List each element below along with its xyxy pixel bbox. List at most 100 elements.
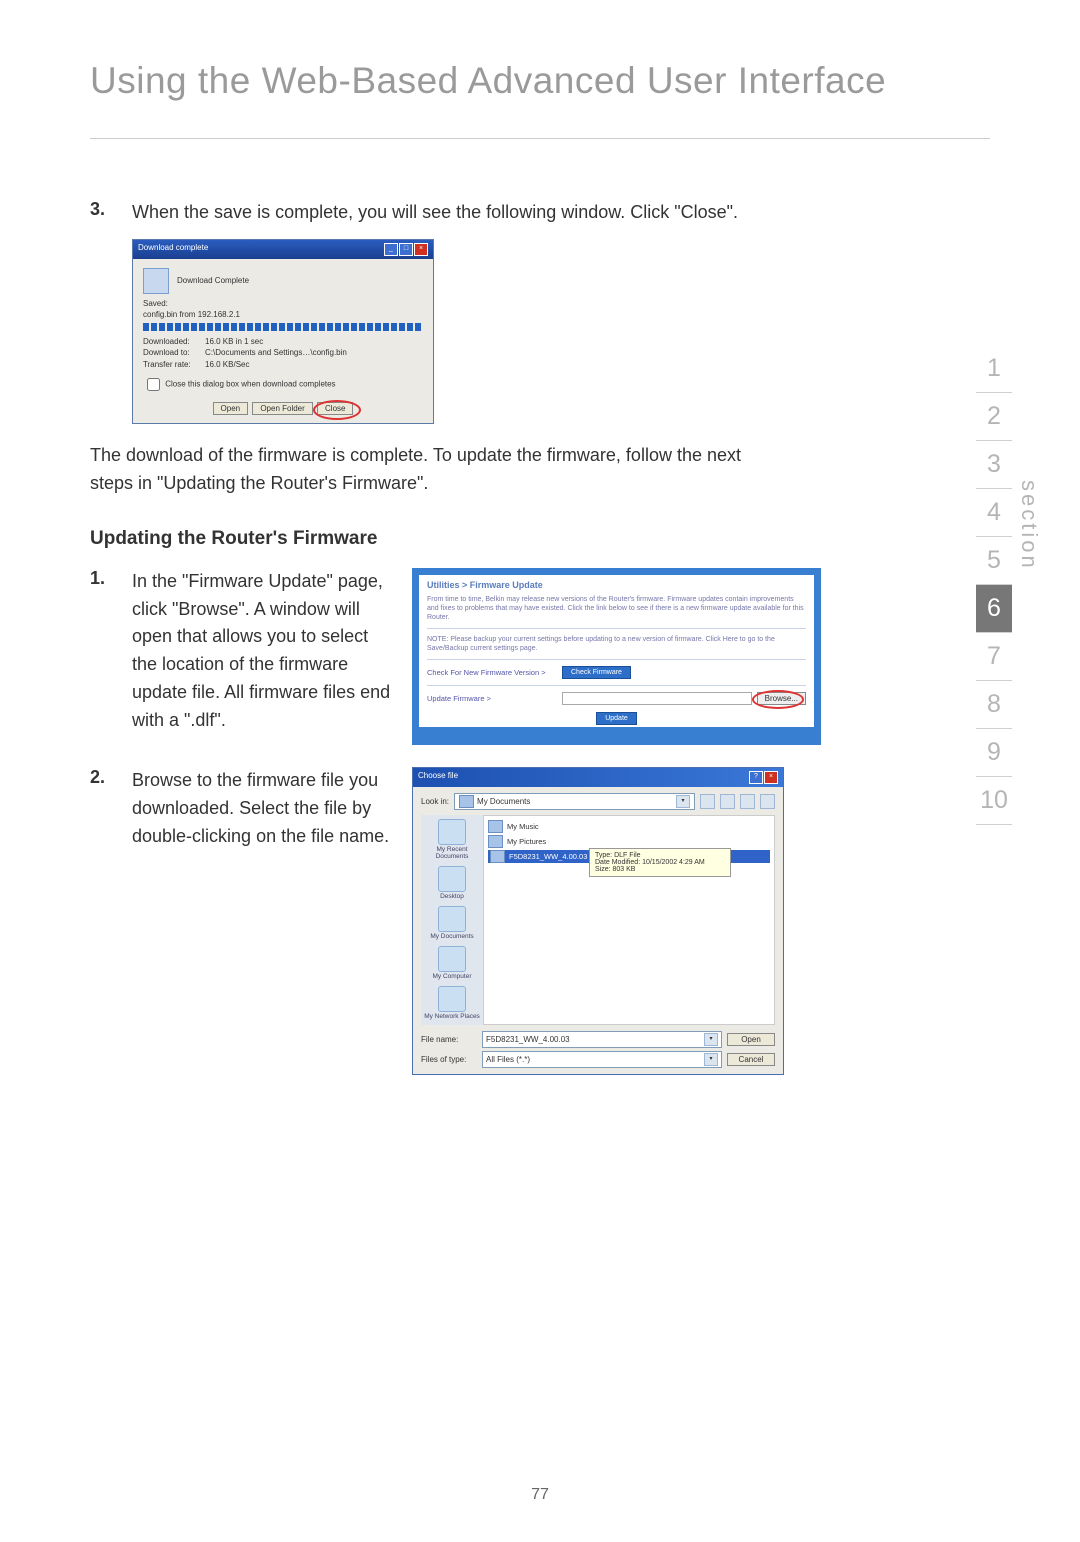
close-icon[interactable]: ×	[414, 243, 428, 256]
chevron-down-icon[interactable]: ▾	[676, 795, 690, 808]
fw-divider	[427, 628, 806, 629]
open-folder-button[interactable]: Open Folder	[252, 402, 312, 415]
close-checkbox-label[interactable]: Close this dialog box when download comp…	[143, 375, 423, 394]
list-item-label: My Pictures	[507, 837, 546, 846]
step-1-number: 1.	[90, 568, 132, 735]
update-firmware-label: Update Firmware >	[427, 694, 562, 703]
section-tab-2[interactable]: 2	[976, 393, 1012, 441]
step-2-text: Browse to the firmware file you download…	[132, 767, 392, 851]
cancel-button[interactable]: Cancel	[727, 1053, 775, 1066]
section-tab-1[interactable]: 1	[976, 345, 1012, 393]
download-status: Download Complete	[177, 276, 249, 285]
views-icon[interactable]	[760, 794, 775, 809]
close-button-label: Close	[325, 404, 345, 413]
close-check-text: Close this dialog box when download comp…	[165, 379, 335, 388]
after-download-text: The download of the firmware is complete…	[90, 442, 750, 498]
documents-icon	[438, 906, 466, 932]
folder-icon	[488, 820, 503, 833]
filetype-label: Files of type:	[421, 1055, 477, 1064]
section-tab-10[interactable]: 10	[976, 777, 1012, 825]
lookin-dropdown[interactable]: My Documents ▾	[454, 793, 695, 810]
list-item-label: F5D8231_WW_4.00.03	[509, 852, 587, 861]
fw-heading: Utilities > Firmware Update	[427, 580, 806, 590]
sidebar-label: Desktop	[440, 893, 464, 900]
list-item[interactable]: My Pictures	[488, 835, 770, 848]
sidebar-desktop[interactable]: Desktop	[438, 866, 466, 900]
subheading-updating-firmware: Updating the Router's Firmware	[90, 528, 990, 550]
minimize-icon[interactable]: _	[384, 243, 398, 256]
saved-label: Saved:	[143, 298, 423, 309]
up-icon[interactable]	[720, 794, 735, 809]
close-checkbox[interactable]	[147, 378, 160, 391]
close-button[interactable]: Close	[317, 402, 353, 415]
sidebar-computer[interactable]: My Computer	[432, 946, 471, 980]
step-2-number: 2.	[90, 767, 132, 851]
file-list[interactable]: My Music My Pictures F5D8231_WW_4.00.03 …	[483, 815, 775, 1025]
tooltip-line: Size: 803 KB	[595, 866, 725, 873]
fw-divider	[427, 685, 806, 686]
network-icon	[438, 986, 466, 1012]
filetype-dropdown[interactable]: All Files (*.*) ▾	[482, 1051, 722, 1068]
section-tab-9[interactable]: 9	[976, 729, 1012, 777]
section-tab-5[interactable]: 5	[976, 537, 1012, 585]
step-3-number: 3.	[90, 199, 132, 227]
downloaded-value: 16.0 KB in 1 sec	[205, 337, 263, 346]
tooltip-line: Date Modified: 10/15/2002 4:29 AM	[595, 859, 725, 866]
lookin-label: Look in:	[421, 797, 449, 806]
file-icon	[490, 850, 505, 863]
sidebar-network[interactable]: My Network Places	[424, 986, 480, 1020]
open-button[interactable]: Open	[213, 402, 249, 415]
downloaded-label: Downloaded:	[143, 336, 205, 347]
step-1-text: In the "Firmware Update" page, click "Br…	[132, 568, 392, 735]
section-tab-4[interactable]: 4	[976, 489, 1012, 537]
help-icon[interactable]: ?	[749, 771, 763, 784]
lookin-value: My Documents	[477, 797, 530, 806]
places-sidebar: My Recent Documents Desktop My Documents…	[421, 815, 483, 1025]
check-firmware-button[interactable]: Check Firmware	[562, 666, 631, 679]
close-icon[interactable]: ×	[764, 771, 778, 784]
rate-label: Transfer rate:	[143, 359, 205, 370]
folder-icon	[459, 795, 474, 808]
browse-button-label: Browse...	[765, 694, 798, 703]
sidebar-label: My Network Places	[424, 1013, 480, 1020]
new-folder-icon[interactable]	[740, 794, 755, 809]
download-icon	[143, 268, 169, 294]
sidebar-recent[interactable]: My Recent Documents	[421, 819, 483, 860]
firmware-path-input[interactable]	[562, 692, 752, 705]
step-3-text: When the save is complete, you will see …	[132, 199, 738, 227]
fw-divider	[427, 659, 806, 660]
sidebar-documents[interactable]: My Documents	[430, 906, 473, 940]
folder-icon	[488, 835, 503, 848]
list-item-label: My Music	[507, 822, 539, 831]
update-button[interactable]: Update	[596, 712, 637, 725]
section-tab-3[interactable]: 3	[976, 441, 1012, 489]
chevron-down-icon[interactable]: ▾	[704, 1033, 718, 1046]
section-tab-8[interactable]: 8	[976, 681, 1012, 729]
filename-input[interactable]: F5D8231_WW_4.00.03 ▾	[482, 1031, 722, 1048]
downloadto-value: C:\Documents and Settings…\config.bin	[205, 348, 347, 357]
choose-file-title: Choose file	[418, 771, 458, 784]
open-file-button[interactable]: Open	[727, 1033, 775, 1046]
section-label: section	[1016, 480, 1042, 571]
sidebar-label: My Documents	[430, 933, 473, 940]
fw-paragraph-1: From time to time, Belkin may release ne…	[427, 595, 806, 622]
section-tab-7[interactable]: 7	[976, 633, 1012, 681]
filename-value: F5D8231_WW_4.00.03	[486, 1035, 570, 1044]
sidebar-label: My Computer	[432, 973, 471, 980]
title-divider	[90, 138, 990, 139]
filetype-value: All Files (*.*)	[486, 1055, 530, 1064]
chevron-down-icon[interactable]: ▾	[704, 1053, 718, 1066]
list-item[interactable]: My Music	[488, 820, 770, 833]
browse-button[interactable]: Browse...	[757, 692, 806, 705]
fw-paragraph-2: NOTE: Please backup your current setting…	[427, 635, 806, 653]
section-tab-6-active[interactable]: 6	[976, 585, 1012, 633]
maximize-icon[interactable]: □	[399, 243, 413, 256]
choose-file-window: Choose file ? × Look in: My Documents ▾	[412, 767, 784, 1075]
dlwin-title: Download complete	[138, 243, 208, 256]
firmware-update-panel: Utilities > Firmware Update From time to…	[412, 568, 821, 745]
downloadto-label: Download to:	[143, 347, 205, 358]
back-icon[interactable]	[700, 794, 715, 809]
desktop-icon	[438, 866, 466, 892]
download-complete-window: Download complete _ □ × Download Complet…	[132, 239, 434, 424]
check-firmware-label: Check For New Firmware Version >	[427, 668, 562, 677]
